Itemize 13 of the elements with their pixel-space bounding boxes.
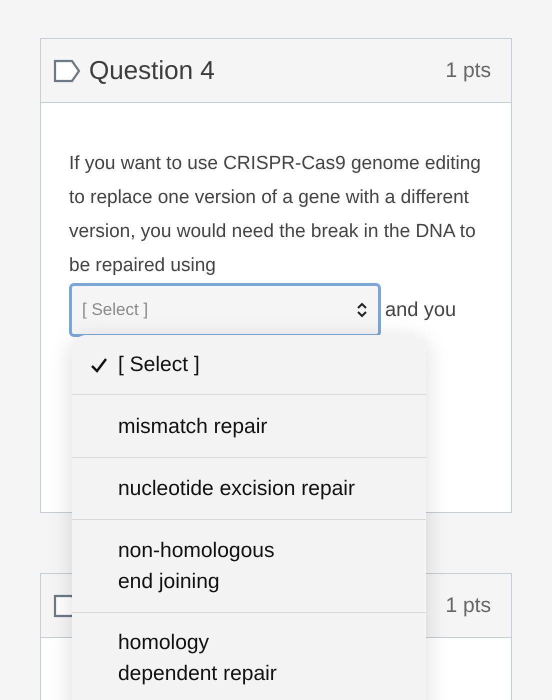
question-text: If you want to use CRISPR-Cas9 genome editing to replace one version of a gene with a different version, you would need the break in the DNA to be repaired using (69, 152, 482, 278)
dropdown-option[interactable]: mismatch repair (72, 395, 426, 458)
points-label: 1 pts (445, 592, 491, 619)
dropdown-option[interactable]: non-homologous end joining (72, 520, 426, 613)
points-label: 1 pts (445, 58, 491, 84)
question-text: and you (385, 298, 456, 323)
dropdown-option[interactable]: [ Select ] (72, 335, 426, 395)
dropdown-option[interactable]: nucleotide excision repair (72, 458, 426, 520)
check-icon (90, 356, 108, 374)
flag-icon (53, 58, 81, 82)
chevron-up-down-icon (356, 302, 368, 318)
question-title: Question 4 (89, 54, 215, 87)
dropdown-option[interactable]: homology dependent repair (72, 613, 426, 700)
